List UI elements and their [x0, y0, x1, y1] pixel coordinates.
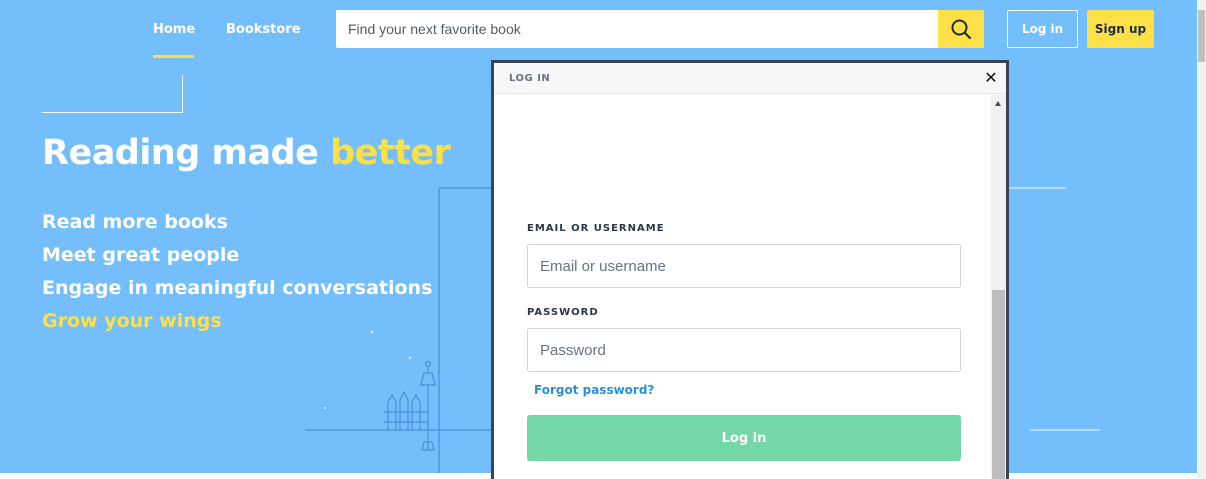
modal-scrollbar[interactable]	[991, 95, 1006, 479]
hero-title: Reading made better	[42, 133, 451, 173]
decorative-line	[182, 75, 183, 113]
search-input[interactable]	[336, 10, 938, 48]
nav-bookstore[interactable]: Bookstore	[226, 22, 301, 37]
modal-scrollbar-thumb[interactable]	[992, 290, 1005, 479]
decorative-line	[42, 112, 183, 113]
search-icon	[951, 19, 972, 40]
email-field[interactable]	[527, 244, 961, 288]
header-signup-button[interactable]: Sign up	[1087, 10, 1154, 48]
password-field[interactable]	[527, 328, 961, 372]
page-scrollbar[interactable]	[1197, 0, 1206, 479]
page-scrollbar-thumb[interactable]	[1198, 10, 1205, 62]
hero-tagline: Read more books	[42, 211, 228, 233]
modal-header: LOG IN ✕	[494, 63, 1006, 94]
nav-home[interactable]: Home	[153, 22, 195, 37]
close-icon: ✕	[984, 68, 998, 87]
search-button[interactable]	[938, 10, 984, 48]
login-modal: LOG IN ✕ EMAIL OR USERNAME PASSWORD Forg…	[491, 60, 1009, 479]
search-bar	[336, 10, 984, 48]
forgot-password-link[interactable]: Forgot password?	[534, 383, 654, 397]
login-submit-button[interactable]: Log in	[527, 415, 961, 461]
hero-tagline: Meet great people	[42, 244, 240, 266]
hero-title-main: Reading made	[42, 133, 331, 173]
header-login-button[interactable]: Log in	[1007, 10, 1078, 48]
close-button[interactable]: ✕	[982, 69, 1000, 87]
email-label: EMAIL OR USERNAME	[527, 223, 665, 234]
hero-title-accent: better	[330, 133, 451, 173]
scroll-up-arrow-icon[interactable]	[995, 101, 1001, 106]
modal-title: LOG IN	[509, 73, 551, 84]
nav-active-indicator	[153, 55, 194, 58]
hero-tagline-accent: Grow your wings	[42, 310, 222, 332]
password-label: PASSWORD	[527, 307, 599, 318]
